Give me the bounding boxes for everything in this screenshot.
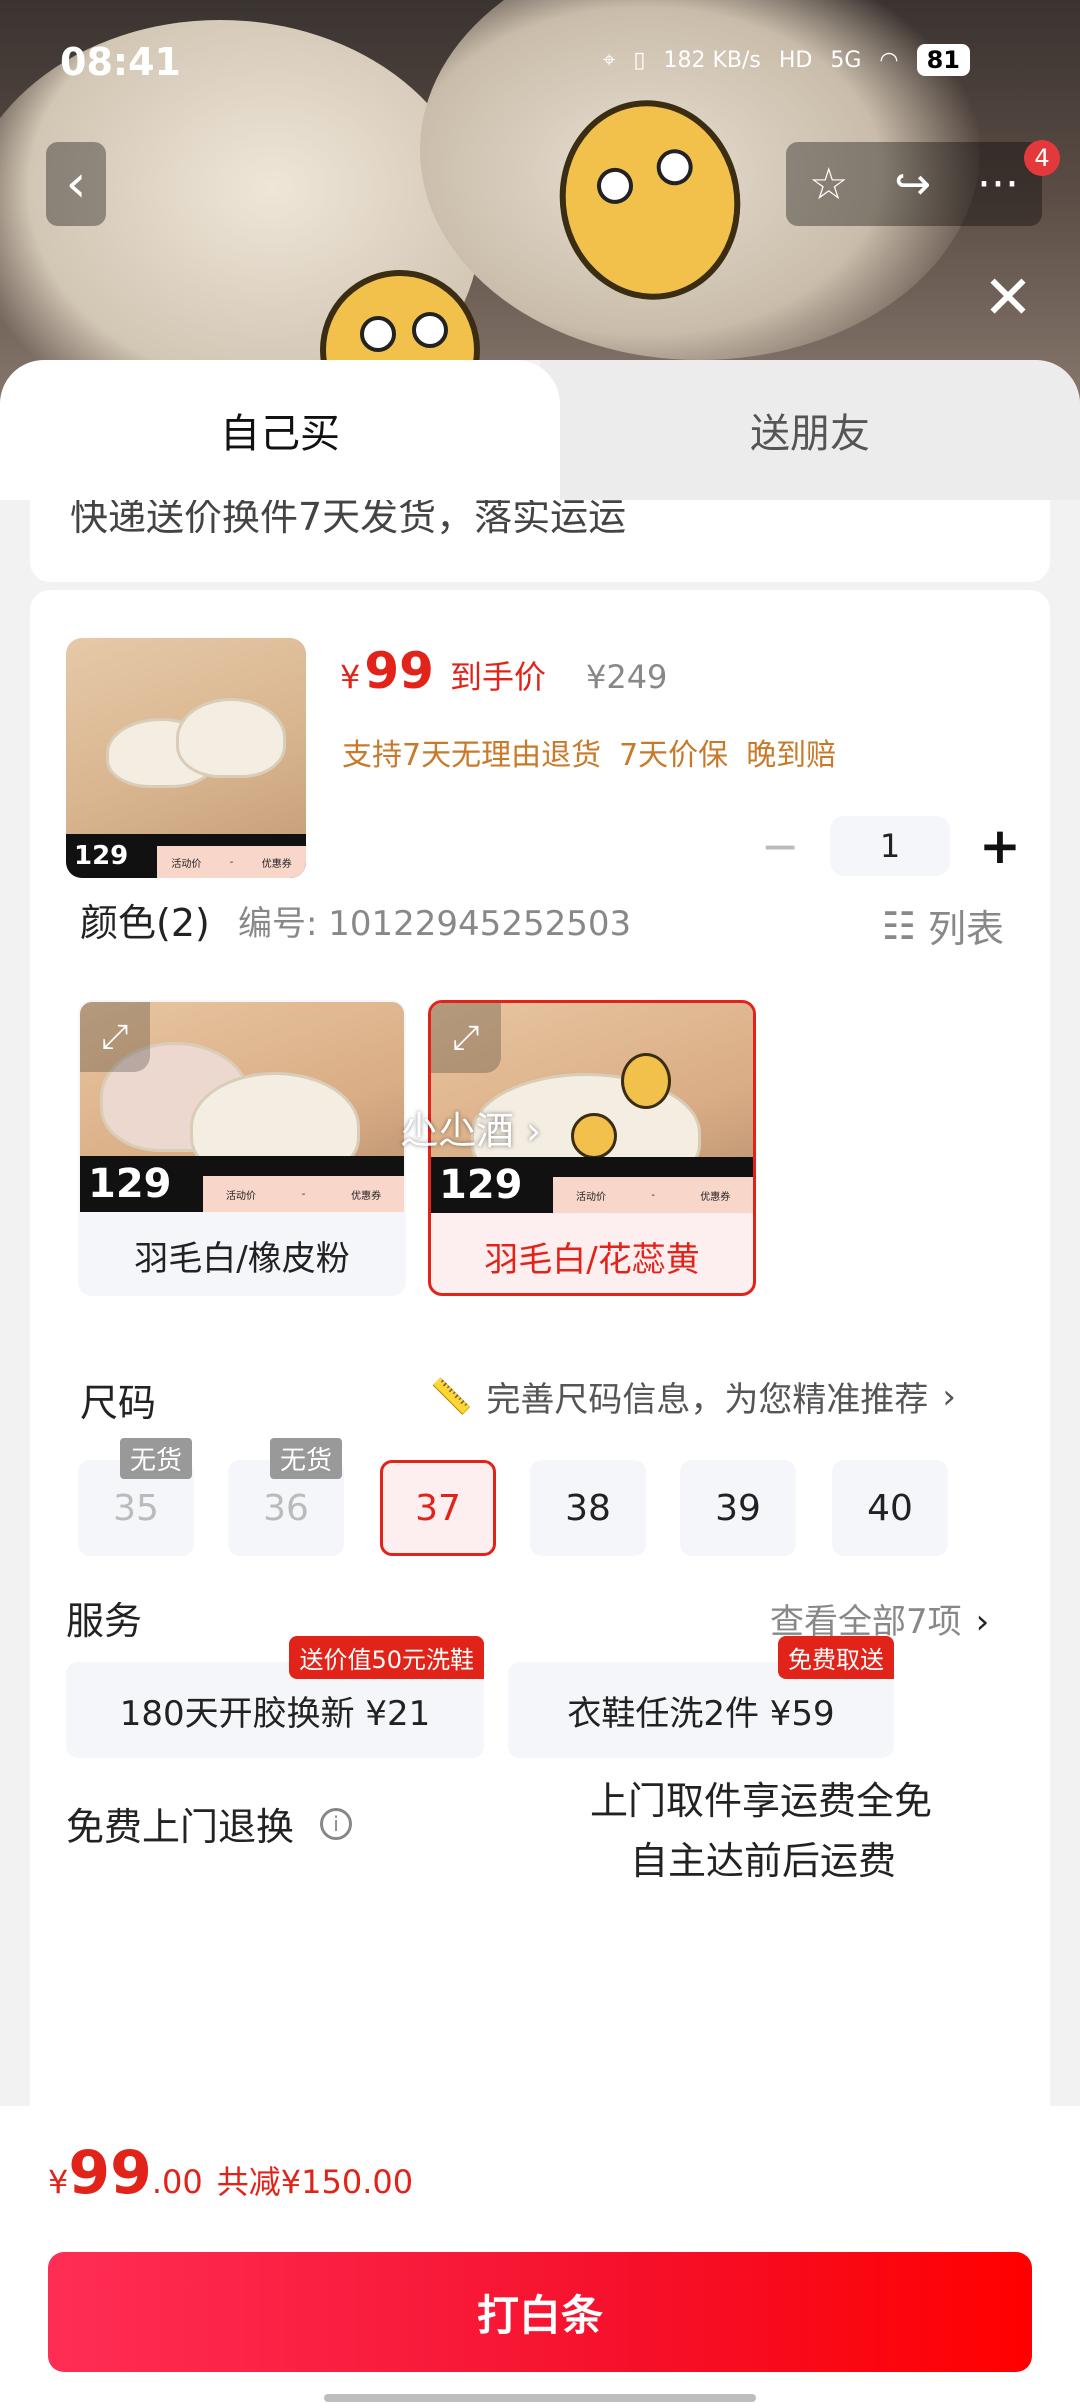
color-title: 颜色(2)	[80, 901, 210, 945]
hd-icon: HD	[778, 47, 813, 73]
tag-late-compensation: 晚到赔	[746, 738, 837, 773]
list-label: 列表	[927, 907, 1004, 951]
size-option-37[interactable]: 37	[380, 1460, 496, 1556]
back-button[interactable]: ‹	[46, 142, 106, 226]
status-time: 08:41	[60, 40, 181, 84]
expand-icon[interactable]: ⤢	[431, 1003, 501, 1073]
list-view-toggle[interactable]: ☷ 列表	[882, 898, 1004, 953]
service-option-wash[interactable]: 免费取送 衣鞋任洗2件 ¥59	[508, 1636, 894, 1758]
network-type: 5G	[830, 47, 862, 73]
shop-watermark: 尐尐酒 ›	[400, 1109, 542, 1153]
size-option-38[interactable]: 38	[530, 1460, 646, 1556]
original-price: ¥249	[585, 658, 668, 696]
status-icons: ⌖ ▯ 182 KB/s HD 5G ◠ 81	[603, 44, 970, 76]
service-option-glue-renew[interactable]: 送价值50元洗鞋 180天开胶换新 ¥21	[66, 1636, 484, 1758]
sold-out-tag: 无货	[120, 1438, 193, 1479]
size-hint-text: 完善尺码信息，为您精准推荐	[486, 1380, 929, 1420]
quantity-stepper: − 1 +	[750, 816, 1030, 876]
price-symbol: ¥	[340, 658, 361, 696]
total-price: ¥ 99 .00 共减¥150.00	[48, 2138, 414, 2208]
color-option-label: 羽毛白/橡皮粉	[134, 1238, 350, 1279]
delivery-info-text: 快递送价换件7天发货，落实运运	[70, 500, 627, 539]
buy-with-credit-button[interactable]: 打白条	[48, 2252, 1032, 2372]
location-icon: ⌖	[602, 47, 616, 73]
color-option-pink[interactable]: ⤢ 129 活动价 - 优惠券 羽毛白/橡皮粉	[78, 1000, 406, 1296]
service-tags: 支持7天无理由退货 7天价保 晚到赔	[342, 730, 836, 774]
tag-return: 支持7天无理由退货	[342, 738, 602, 773]
service-title: 服务	[66, 1599, 143, 1643]
more-icon[interactable]: ···	[977, 159, 1019, 210]
promo-strip: 129 活动价 - 优惠券	[80, 1156, 404, 1212]
purchase-tabs: 送朋友 自己买	[0, 360, 1080, 500]
size-option-35[interactable]: 无货 35	[78, 1438, 194, 1556]
size-option-39[interactable]: 39	[680, 1460, 796, 1556]
size-option-36[interactable]: 无货 36	[228, 1438, 344, 1556]
size-recommend-link[interactable]: 📏 完善尺码信息，为您精准推荐 ›	[430, 1372, 956, 1421]
promo-price: 129	[74, 841, 129, 871]
promo-strip: 129 活动价 - 优惠券	[66, 834, 306, 878]
favorite-icon[interactable]: ☆	[809, 159, 848, 210]
tab-buy-self[interactable]: 自己买	[0, 360, 560, 500]
free-return-title: 免费上门退换 i	[66, 1796, 353, 1851]
status-bar: 08:41 ⌖ ▯ 182 KB/s HD 5G ◠ 81	[0, 0, 1080, 120]
checkout-bar: ¥ 99 .00 共减¥150.00 打白条	[0, 2106, 1080, 2408]
total-price-int: 99	[68, 2138, 152, 2208]
price-row: ¥ 99 到手价 ¥249	[340, 642, 667, 700]
message-badge: 4	[1024, 140, 1060, 176]
list-icon: ☷	[881, 903, 916, 948]
size-option-40[interactable]: 40	[832, 1460, 948, 1556]
nav-actions: ☆ ↪ ···	[786, 142, 1042, 226]
share-icon[interactable]: ↪	[894, 159, 931, 210]
ruler-icon: 📏	[430, 1376, 473, 1417]
close-icon[interactable]: ✕	[980, 268, 1036, 328]
final-price-label: 到手价	[449, 658, 546, 696]
free-return-desc: 上门取件享运费全免	[590, 1779, 933, 1823]
tab-gift-friend[interactable]: 送朋友	[540, 360, 1080, 500]
decrease-button[interactable]: −	[750, 819, 810, 873]
vibrate-icon: ▯	[633, 47, 646, 73]
quantity-input[interactable]: 1	[830, 816, 950, 876]
final-price: 99	[364, 642, 434, 700]
net-speed: 182 KB/s	[663, 47, 761, 73]
free-return-desc-2: 自主达前后运费	[630, 1839, 897, 1883]
total-savings: 共减¥150.00	[216, 2163, 414, 2201]
product-thumbnail[interactable]: 129 活动价 - 优惠券	[66, 638, 306, 878]
color-option-label: 羽毛白/花蕊黄	[484, 1239, 700, 1280]
wifi-icon: ◠	[879, 47, 899, 73]
service-promo-tag: 送价值50元洗鞋	[289, 1636, 484, 1679]
promo-strip: 129 活动价 - 优惠券	[431, 1157, 753, 1213]
promo-detail: 活动价 - 优惠券	[157, 846, 306, 878]
delivery-info-card: 快递送价换件7天发货，落实运运	[30, 500, 1050, 582]
chevron-right-icon: ›	[942, 1376, 956, 1417]
expand-icon[interactable]: ⤢	[80, 1002, 150, 1072]
back-icon: ‹	[65, 154, 87, 214]
item-number: 编号: 10122945252503	[238, 904, 632, 944]
increase-button[interactable]: +	[970, 817, 1030, 875]
home-indicator	[324, 2394, 756, 2402]
size-title: 尺码	[80, 1381, 157, 1425]
sold-out-tag: 无货	[270, 1438, 343, 1479]
purchase-sheet: 送朋友 自己买 快递送价换件7天发货，落实运运 129 活动价 - 优惠券 ¥ 99…	[0, 360, 1080, 2408]
tag-price-protect: 7天价保	[619, 738, 729, 773]
service-promo-tag: 免费取送	[778, 1636, 894, 1679]
battery-level: 81	[916, 44, 970, 76]
info-icon[interactable]: i	[320, 1807, 353, 1840]
